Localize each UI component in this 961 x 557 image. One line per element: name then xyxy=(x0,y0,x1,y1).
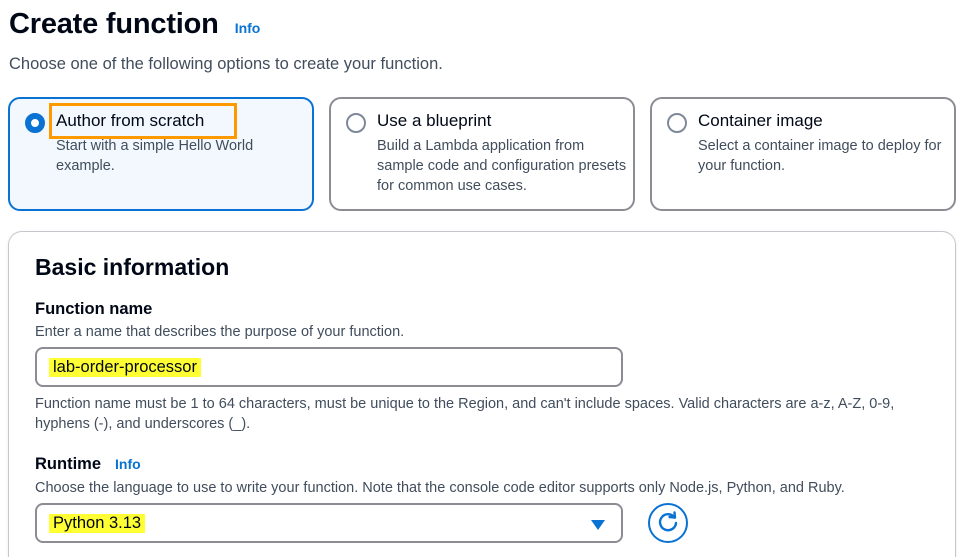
runtime-label-text: Runtime xyxy=(35,455,101,473)
refresh-runtime-button[interactable] xyxy=(648,503,688,543)
title-info-link[interactable]: Info xyxy=(235,20,261,36)
basic-information-panel: Basic information Function name Enter a … xyxy=(8,231,956,557)
option-label: Container image xyxy=(698,111,823,130)
option-description: Select a container image to deploy for y… xyxy=(698,138,942,174)
radio-author-from-scratch[interactable] xyxy=(25,113,45,133)
runtime-label: Runtime Info xyxy=(35,455,141,474)
function-name-label-text: Function name xyxy=(35,300,153,318)
runtime-info-link[interactable]: Info xyxy=(115,456,141,472)
function-name-input[interactable]: lab-order-processor xyxy=(35,347,623,387)
runtime-description: Choose the language to use to write your… xyxy=(35,480,845,496)
option-label: Use a blueprint xyxy=(377,111,492,130)
caret-down-icon xyxy=(591,520,605,530)
option-use-a-blueprint[interactable]: Use a blueprint Build a Lambda applicati… xyxy=(329,97,635,211)
page-subtitle: Choose one of the following options to c… xyxy=(9,55,443,73)
function-name-label: Function name xyxy=(35,300,152,319)
option-description: Start with a simple Hello World example. xyxy=(56,138,254,174)
option-description: Build a Lambda application from sample c… xyxy=(377,138,627,194)
option-author-from-scratch[interactable]: Author from scratch Start with a simple … xyxy=(8,97,314,211)
runtime-select[interactable]: Python 3.13 xyxy=(35,503,623,543)
function-name-value: lab-order-processor xyxy=(49,358,201,377)
panel-title: Basic information xyxy=(35,254,230,280)
highlight-box xyxy=(49,103,237,139)
function-name-description: Enter a name that describes the purpose … xyxy=(35,324,405,340)
radio-container-image[interactable] xyxy=(667,113,687,133)
refresh-icon xyxy=(658,511,678,532)
page-title: Create function xyxy=(9,8,219,40)
function-name-constraint: Function name must be 1 to 64 characters… xyxy=(35,396,895,432)
create-function-page: Create function Info Choose one of the f… xyxy=(0,0,961,557)
runtime-selected-value: Python 3.13 xyxy=(49,514,146,533)
radio-use-a-blueprint[interactable] xyxy=(346,113,366,133)
title-row: Create function Info xyxy=(9,8,260,41)
option-container-image[interactable]: Container image Select a container image… xyxy=(650,97,956,211)
